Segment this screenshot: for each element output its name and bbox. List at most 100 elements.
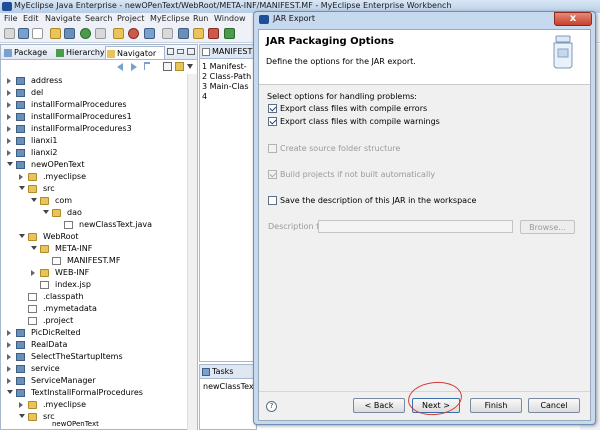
close-icon: x [569, 13, 577, 24]
collapse-icon[interactable] [7, 162, 13, 166]
expand-icon[interactable] [7, 90, 11, 96]
print-icon[interactable] [32, 28, 43, 39]
menu-project[interactable]: Project [117, 14, 144, 23]
maximize-view-icon[interactable] [187, 48, 195, 55]
dialog-titlebar[interactable]: JAR Export x [254, 12, 595, 28]
project-icon [16, 89, 25, 97]
save-icon[interactable] [18, 28, 29, 39]
project-icon [16, 389, 25, 397]
collapse-icon[interactable] [31, 246, 37, 250]
collapse-icon[interactable] [19, 234, 25, 238]
export-warnings-label[interactable]: Export class files with compile warnings [280, 117, 440, 126]
expand-icon[interactable] [7, 378, 11, 384]
save-description-label[interactable]: Save the description of this JAR in the … [280, 196, 476, 205]
navigator-tabbar: Package Hierarchy Navigator [1, 45, 197, 60]
java-file-icon [64, 221, 73, 229]
refresh-icon[interactable] [224, 28, 235, 39]
tree-item-label: .mymetadata [43, 304, 97, 313]
folder-icon [40, 269, 49, 277]
tree-item-label: com [55, 196, 73, 205]
new-icon[interactable] [4, 28, 15, 39]
collapse-icon[interactable] [7, 390, 13, 394]
build-projects-checkbox [268, 170, 277, 179]
up-arrow-icon[interactable] [144, 62, 150, 70]
expand-icon[interactable] [7, 78, 11, 84]
package-icon[interactable] [113, 28, 124, 39]
tree-item-label: ServiceManager [31, 376, 96, 385]
export-errors-label[interactable]: Export class files with compile errors [280, 104, 427, 113]
menu-search[interactable]: Search [85, 14, 112, 23]
tasks-entry[interactable]: newClassText [203, 382, 257, 391]
close-view-icon[interactable] [167, 48, 174, 55]
back-arrow-icon[interactable] [117, 63, 123, 71]
save-description-checkbox[interactable] [268, 196, 277, 205]
view-menu-icon[interactable] [187, 64, 193, 69]
expand-icon[interactable] [19, 402, 23, 408]
expand-icon[interactable] [7, 102, 11, 108]
help-icon[interactable]: ? [266, 401, 277, 412]
expand-icon[interactable] [7, 342, 11, 348]
minimize-view-icon[interactable] [177, 49, 184, 54]
expand-icon[interactable] [7, 330, 11, 336]
expand-icon[interactable] [31, 270, 35, 276]
tab-navigator[interactable]: Navigator [105, 46, 165, 59]
export-errors-checkbox[interactable] [268, 104, 277, 113]
myeclipse-logo-icon [259, 15, 269, 24]
perspective-icon[interactable] [178, 28, 189, 39]
back-button[interactable]: < Back [353, 398, 405, 413]
tree-item-label: WEB-INF [55, 268, 90, 277]
task-icon[interactable] [193, 28, 204, 39]
server-icon[interactable] [128, 28, 139, 39]
menu-window[interactable]: Window [214, 14, 246, 23]
menu-edit[interactable]: Edit [23, 14, 39, 23]
debug-icon[interactable] [95, 28, 106, 39]
tree-item-label: RealData [31, 340, 68, 349]
browser-icon[interactable] [144, 28, 155, 39]
export-warnings-checkbox[interactable] [268, 117, 277, 126]
editor-tab-label: MANIFEST [212, 47, 253, 56]
collapse-icon[interactable] [19, 186, 25, 190]
cancel-button[interactable]: Cancel [528, 398, 580, 413]
expand-icon[interactable] [7, 354, 11, 360]
run-icon[interactable] [80, 28, 91, 39]
editor-tab-manifest[interactable]: MANIFEST [200, 45, 256, 59]
expand-icon[interactable] [7, 150, 11, 156]
finish-button[interactable]: Finish [470, 398, 522, 413]
project-icon [16, 353, 25, 361]
project-icon [16, 137, 25, 145]
menu-myeclipse[interactable]: MyEclipse [150, 14, 190, 23]
collapse-icon[interactable] [31, 198, 37, 202]
wizard-page-title: JAR Packaging Options [266, 36, 394, 47]
xml-file-icon [28, 317, 37, 325]
open-folder-icon[interactable] [50, 28, 61, 39]
tab-tasks[interactable]: Tasks [200, 365, 256, 379]
link-editor-icon[interactable] [175, 62, 184, 71]
project-icon [16, 77, 25, 85]
wizard-page-description: Define the options for the JAR export. [266, 57, 416, 66]
menu-file[interactable]: File [4, 14, 17, 23]
expand-icon[interactable] [19, 174, 23, 180]
deploy-icon[interactable] [64, 28, 75, 39]
forward-arrow-icon[interactable] [131, 63, 137, 71]
editor-line[interactable]: 3 Main-Clas [202, 82, 249, 91]
tab-package[interactable]: Package [3, 46, 49, 59]
collapse-icon[interactable] [43, 210, 49, 214]
expand-icon[interactable] [7, 114, 11, 120]
stop-icon[interactable] [208, 28, 219, 39]
menu-run[interactable]: Run [193, 14, 208, 23]
expand-icon[interactable] [7, 366, 11, 372]
navigator-scrollbar[interactable] [187, 74, 197, 430]
tab-hierarchy[interactable]: Hierarchy [55, 46, 105, 59]
editor-line[interactable]: 4 [202, 92, 207, 101]
folder-icon [40, 245, 49, 253]
expand-icon[interactable] [7, 138, 11, 144]
close-button[interactable]: x [554, 12, 592, 26]
expand-icon[interactable] [7, 126, 11, 132]
editor-line[interactable]: 2 Class-Path [202, 72, 251, 81]
menu-navigate[interactable]: Navigate [45, 14, 81, 23]
tree-item-label: src [43, 184, 55, 193]
editor-line[interactable]: 1 Manifest- [202, 62, 247, 71]
collapse-icon[interactable] [19, 414, 25, 418]
search-icon[interactable] [162, 28, 173, 39]
collapse-all-icon[interactable] [163, 62, 172, 71]
